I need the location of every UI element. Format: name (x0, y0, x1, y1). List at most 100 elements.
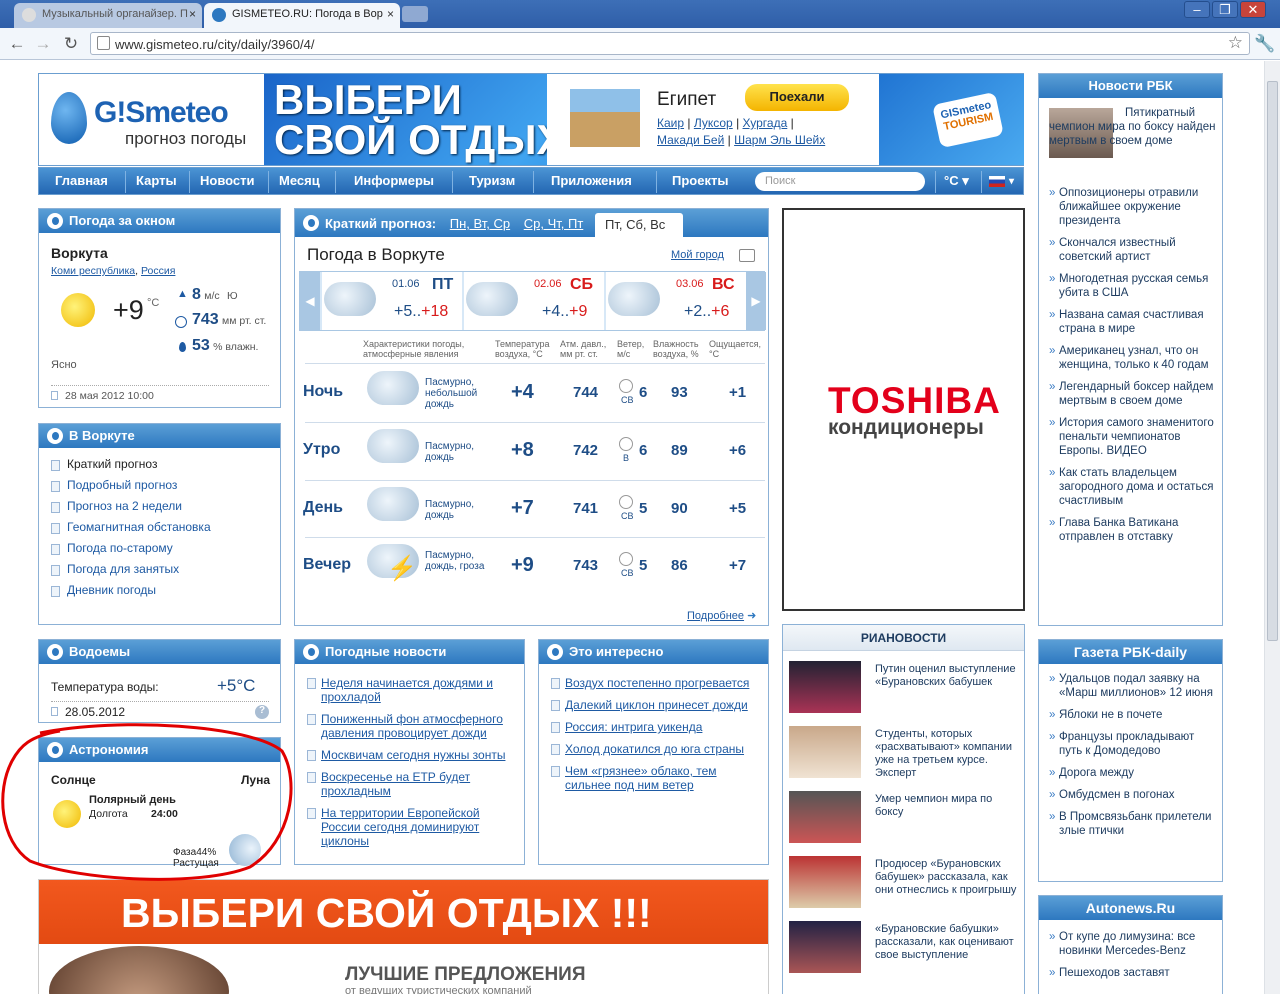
list-item[interactable]: На территории Европейской России сегодня… (307, 806, 517, 848)
list-item[interactable]: Глава Банка Ватикана отправлен в отставк… (1049, 516, 1217, 544)
list-item[interactable]: Неделя начинается дождями и прохладой (307, 676, 517, 704)
help-icon[interactable]: ? (255, 705, 269, 719)
my-city-link[interactable]: Мой город (671, 249, 724, 261)
forward-button[interactable]: → (32, 34, 54, 54)
list-item[interactable]: Далекий циклон принесет дожди (551, 698, 763, 712)
city-link[interactable]: Хургада (743, 116, 788, 130)
site-logo[interactable]: G!Smeteo прогноз погоды (39, 74, 264, 165)
wind-dir-icon (619, 495, 633, 509)
tab-gismeteo[interactable]: GISMETEO.RU: Погода в Вор × (204, 3, 400, 28)
menu-item-projects[interactable]: Проекты (672, 173, 728, 188)
menu-item-home[interactable]: Главная (55, 173, 108, 188)
list-item[interactable]: Умер чемпион мира по боксу (789, 791, 1017, 851)
list-item[interactable]: Краткий прогноз (51, 457, 211, 478)
list-item[interactable]: Дневник погоды (51, 583, 211, 604)
list-item[interactable]: Пониженный фон атмосферного давления про… (307, 712, 517, 740)
table-row: Ночь Пасмурно, небольшой дождь +4 744 СВ… (295, 365, 768, 422)
address-bar[interactable]: www.gismeteo.ru/city/daily/3960/4/ ☆ (90, 32, 1250, 55)
list-item[interactable]: Скончался известный советский артист (1049, 236, 1217, 264)
egypt-offer: Египет Поехали Каир | Луксор | Хургада |… (547, 74, 879, 165)
star-icon[interactable]: ☆ (1228, 33, 1243, 53)
tab-music[interactable]: Музыкальный органайзер. П × (14, 3, 202, 28)
list-item[interactable]: Названа самая счастливая страна в мире (1049, 308, 1217, 336)
list-item[interactable]: Погода по-старому (51, 541, 211, 562)
menu-item-month[interactable]: Месяц (279, 173, 320, 188)
bottom-banner[interactable]: ВЫБЕРИ СВОЙ ОТДЫХ !!! ЛУЧШИЕ ПРЕДЛОЖЕНИЯ… (38, 879, 769, 994)
list-item[interactable]: Геомагнитная обстановка (51, 520, 211, 541)
menu-item-maps[interactable]: Карты (136, 173, 177, 188)
list-item[interactable]: От купе до лимузина: все новинки Mercede… (1049, 930, 1217, 958)
country-link[interactable]: Россия (141, 265, 175, 277)
city-link[interactable]: Шарм Эль Шейх (734, 133, 825, 147)
list-item[interactable]: Воздух постепенно прогревается (551, 676, 763, 690)
lead-news[interactable]: Пятикратный чемпион мира по боксу найден… (1049, 106, 1217, 148)
wind-dir: Ю (226, 290, 238, 302)
menu-item-informers[interactable]: Информеры (354, 173, 434, 188)
list-item[interactable]: Продюсер «Бурановских бабушек» рассказал… (789, 856, 1017, 916)
list-item[interactable]: Россия: интрига уикенда (551, 720, 763, 734)
list-item[interactable]: Яблоки не в почете (1049, 708, 1217, 722)
list-item[interactable]: В Промсвязьбанк прилетели злые птички (1049, 810, 1217, 838)
close-window-button[interactable]: ✕ (1240, 1, 1266, 18)
reload-button[interactable]: ↻ (60, 34, 82, 54)
col-header: Атм. давл., мм рт. ст. (560, 339, 607, 359)
toshiba-ad[interactable]: TOSHIBA кондиционеры (782, 208, 1025, 611)
menu-item-news[interactable]: Новости (200, 173, 255, 188)
day-card[interactable]: 01.06 ПТ +5..+18 (322, 272, 462, 330)
new-tab-button[interactable] (402, 6, 428, 22)
list-item[interactable]: Воскресенье на ЕТР будет прохладным (307, 770, 517, 798)
maximize-button[interactable]: ❐ (1212, 1, 1238, 18)
scrollbar-thumb[interactable] (1267, 81, 1278, 641)
tab-wed-fri[interactable]: Ср, Чт, Пт (524, 216, 584, 231)
humidity-value: 86 (671, 557, 688, 574)
vertical-scrollbar[interactable] (1264, 61, 1280, 994)
list-item[interactable]: Пешеходов заставят (1049, 966, 1217, 980)
print-icon[interactable] (739, 249, 755, 262)
list-item[interactable]: Студенты, которых «расхватывают» компани… (789, 726, 1017, 786)
list-item[interactable]: Многодетная русская семья убита в США (1049, 272, 1217, 300)
list-item[interactable]: Оппозиционеры отравили ближайшее окружен… (1049, 186, 1217, 228)
list-item[interactable]: Легендарный боксер найдем мертвым в свое… (1049, 380, 1217, 408)
search-input[interactable]: Поиск (755, 172, 925, 191)
list-item[interactable]: Подробный прогноз (51, 478, 211, 499)
wrench-icon[interactable]: 🔧 (1254, 34, 1276, 54)
units-select[interactable]: °C ▾ (944, 173, 969, 189)
tour-banner[interactable]: ВЫБЕРИ СВОЙ ОТДЫХ Египет Поехали Каир | Л… (264, 74, 1024, 165)
day-card[interactable]: 03.06 ВС +2..+6 (606, 272, 746, 330)
list-item[interactable]: Москвичам сегодня нужны зонты (307, 748, 517, 762)
list-item[interactable]: Французы прокладывают путь к Домодедово (1049, 730, 1217, 758)
back-button[interactable]: ← (6, 34, 28, 54)
city-link[interactable]: Луксор (694, 116, 733, 130)
list-item[interactable]: Удальцов подал заявку на «Марш миллионов… (1049, 672, 1217, 700)
list-item[interactable]: Холод докатился до юга страны (551, 742, 763, 756)
close-icon[interactable]: × (387, 7, 394, 21)
list-item[interactable]: Чем «грязнее» облако, тем сильнее под ни… (551, 764, 763, 792)
tab-fri-sun[interactable]: Пт, Сб, Вс (595, 213, 683, 237)
list-item[interactable]: Американец узнал, что он женщина, только… (1049, 344, 1217, 372)
region-link[interactable]: Коми республика (51, 265, 135, 277)
city-link[interactable]: Каир (657, 116, 684, 130)
menu-item-apps[interactable]: Приложения (551, 173, 632, 188)
go-button[interactable]: Поехали (745, 84, 849, 111)
minimize-button[interactable]: – (1184, 1, 1210, 18)
list-item[interactable]: Как стать владельцем загородного дома и … (1049, 466, 1217, 508)
day-card[interactable]: 02.06 СБ +4..+9 (464, 272, 604, 330)
prev-arrow-icon[interactable]: ◀ (300, 272, 320, 330)
widget-title: Газета РБК-daily (1039, 640, 1222, 664)
list-item[interactable]: История самого знаменитого пенальти чемп… (1049, 416, 1217, 458)
close-icon[interactable]: × (189, 7, 196, 21)
menu-item-tourism[interactable]: Туризм (469, 173, 515, 188)
list-item[interactable]: «Бурановские бабушки» рассказали, как оц… (789, 921, 1017, 981)
ria-logo[interactable]: РИАНОВОСТИ (783, 625, 1024, 651)
list-item[interactable]: Погода для занятых (51, 562, 211, 583)
more-link[interactable]: Подробнее (687, 610, 744, 622)
city-link[interactable]: Макади Бей (657, 133, 724, 147)
list-item[interactable]: Путин оценил выступление «Бурановских ба… (789, 661, 1017, 721)
tab-mon-wed[interactable]: Пн, Вт, Ср (450, 216, 510, 231)
list-item[interactable]: Омбудсмен в погонах (1049, 788, 1217, 802)
flag-icon[interactable] (989, 176, 1005, 187)
next-arrow-icon[interactable]: ▶ (746, 272, 766, 330)
list-item[interactable]: Дорога между (1049, 766, 1217, 780)
list-item[interactable]: Прогноз на 2 недели (51, 499, 211, 520)
humidity-value: 90 (671, 500, 688, 517)
